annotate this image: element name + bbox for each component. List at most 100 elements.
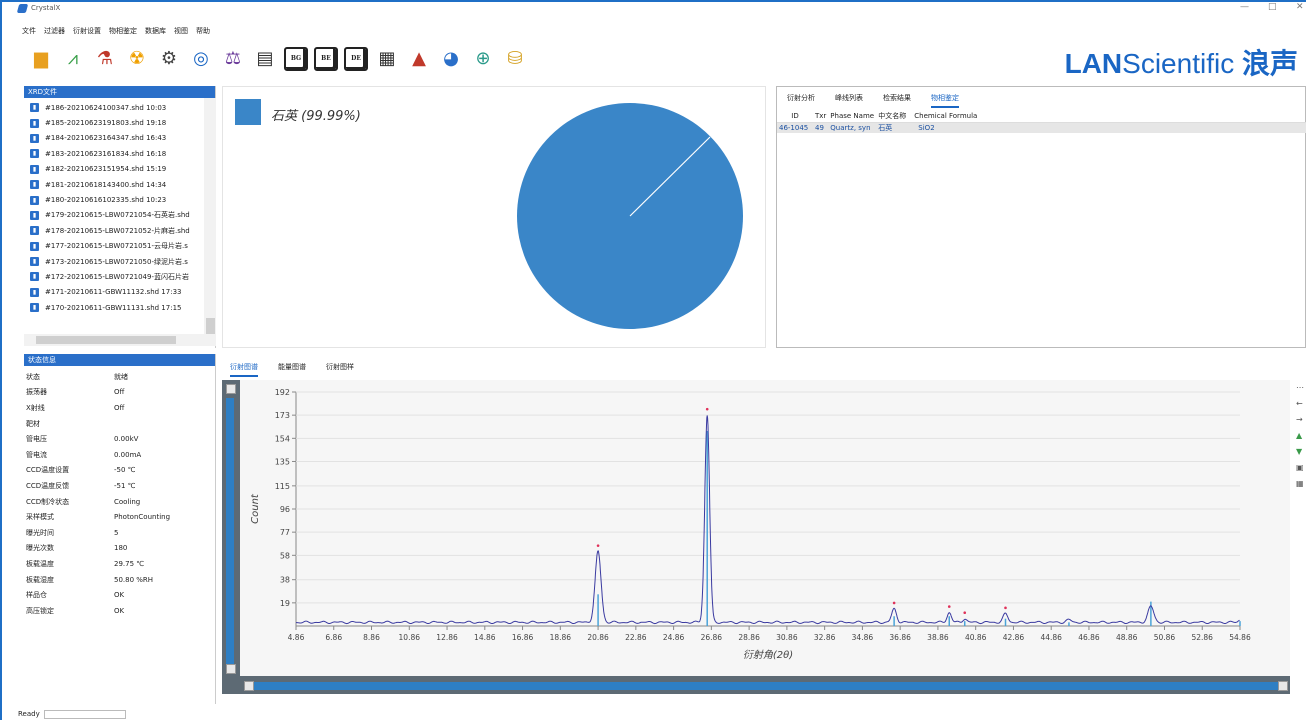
diffraction-chart: 19 38 58 77 96 115 135 154 173 192 4.86 6.86 8.86 10.…	[250, 388, 1251, 661]
y-tick-label: 58	[280, 551, 290, 560]
zoom-in-icon[interactable]: ▲	[1296, 428, 1306, 444]
file-name: #186-20210624100347.shd 10:03	[45, 103, 167, 112]
status-row: 管电压 0.00kV	[24, 431, 215, 447]
status-info-title: 状态信息	[24, 354, 215, 366]
tab-diffraction-image[interactable]: 衍射图样	[326, 362, 354, 377]
status-row: CCD温度反馈 -51 ℃	[24, 478, 215, 494]
phase-results-panel: 衍射分析 峰线列表 检索结果 物相鉴定 ID Txr Phase Name 中文…	[776, 86, 1306, 348]
status-row: 曝光次数 180	[24, 541, 215, 557]
brand-logo: LANScientific 浪声	[1064, 48, 1298, 79]
grid-icon[interactable]: ▦	[1296, 476, 1306, 492]
column-header-chemical-formula[interactable]: Chemical Formula	[912, 111, 1306, 123]
status-row: X射线 Off	[24, 400, 215, 416]
status-value: 5	[114, 528, 119, 537]
fingerprint-icon[interactable]: ◎	[188, 46, 214, 72]
folder-icon[interactable]: ▆	[28, 46, 54, 72]
tab-peak-list[interactable]: 峰线列表	[835, 93, 863, 108]
menu-filter[interactable]: 过滤器	[44, 26, 65, 36]
status-value: Cooling	[114, 497, 141, 506]
column-header-chinese-name[interactable]: 中文名称	[876, 111, 913, 123]
chart-icon[interactable]: ⩘	[60, 46, 86, 72]
file-name: #171-20210611-GBW11132.shd 17:33	[45, 288, 182, 297]
horizontal-slider-right-handle[interactable]	[1278, 681, 1288, 691]
file-list-item[interactable]: ▮ #182-20210623151954.shd 15:19	[24, 162, 204, 177]
file-list-horizontal-thumb[interactable]	[36, 336, 176, 344]
file-list-item[interactable]: ▮ #180-20210616102335.shd 10:23	[24, 192, 204, 207]
file-list-item[interactable]: ▮ #170-20210611-GBW11131.shd 17:15	[24, 300, 204, 315]
column-header-txr[interactable]: Txr	[813, 111, 829, 123]
file-icon: ▮	[30, 195, 39, 205]
file-list-item[interactable]: ▮ #186-20210624100347.shd 10:03	[24, 100, 204, 115]
restore-button[interactable]: □	[1268, 2, 1277, 12]
file-list-item[interactable]: ▮ #171-20210611-GBW11132.shd 17:33	[24, 285, 204, 300]
menu-database[interactable]: 数据库	[145, 26, 166, 36]
gear-icon[interactable]: ⚙	[156, 46, 182, 72]
progress-box	[43, 709, 126, 719]
peak-marker	[947, 605, 951, 608]
file-icon: ▮	[30, 241, 39, 251]
zoom-out-icon[interactable]: ▼	[1296, 444, 1306, 460]
file-list-item[interactable]: ▮ #184-20210623164347.shd 16:43	[24, 131, 204, 146]
x-tick-label: 48.86	[1116, 633, 1138, 642]
menu-diffraction-settings[interactable]: 衍射设置	[73, 26, 101, 36]
menu-view[interactable]: 视图	[174, 26, 188, 36]
menu-help[interactable]: 帮助	[196, 26, 210, 36]
arrow-left-icon[interactable]: ←	[1296, 396, 1306, 412]
mountain-icon[interactable]: ▲	[406, 46, 432, 72]
tab-energy-spectrum[interactable]: 能量图谱	[278, 362, 306, 377]
tab-search-results[interactable]: 检索结果	[883, 93, 911, 108]
arrow-right-icon[interactable]: →	[1296, 412, 1306, 428]
x-tick-label: 30.86	[776, 633, 798, 642]
x-tick-label: 28.86	[738, 633, 760, 642]
file-list-item[interactable]: ▮ #173-20210615-LBW0721050-绿泥片岩.s	[24, 254, 204, 269]
waveform-icon[interactable]: ▦	[374, 46, 400, 72]
close-button[interactable]: ✕	[1296, 2, 1304, 12]
status-key: 振荡器	[26, 388, 47, 397]
scale-icon[interactable]: ⚖	[220, 46, 246, 72]
file-list-item[interactable]: ▮ #179-20210615-LBW0721054-石英岩.shd	[24, 208, 204, 223]
x-tick-label: 54.86	[1229, 633, 1251, 642]
tab-diffraction-pattern[interactable]: 衍射图谱	[230, 362, 258, 377]
flask-icon[interactable]: ⚗	[92, 46, 118, 72]
status-value: Off	[114, 403, 125, 412]
column-header-phase-name[interactable]: Phase Name	[828, 111, 877, 123]
file-list-vertical-scrollbar[interactable]	[204, 98, 216, 334]
peak-marker	[705, 407, 709, 411]
de-icon[interactable]: DE	[344, 47, 368, 71]
pie-icon[interactable]: ◕	[438, 46, 464, 72]
tab-phase-identification[interactable]: 物相鉴定	[931, 93, 959, 108]
cell-phase-name: Quartz, syn	[828, 122, 877, 133]
table-row[interactable]: 46-1045 49 Quartz, syn 石英 SiO2	[777, 122, 1306, 133]
file-icon: ▮	[30, 272, 39, 282]
status-key: CCD制冷状态	[26, 497, 70, 506]
report-icon[interactable]: ▤	[252, 46, 278, 72]
table-header-row: ID Txr Phase Name 中文名称 Chemical Formula	[777, 111, 1306, 123]
tab-diffraction-analysis[interactable]: 衍射分析	[787, 93, 815, 108]
vertical-slider-bottom-handle[interactable]	[226, 664, 236, 674]
bg-icon[interactable]: BG	[284, 47, 308, 71]
status-key: CCD温度设置	[26, 466, 70, 475]
radiation-icon[interactable]: ☢	[124, 46, 150, 72]
peak-marker	[892, 601, 896, 605]
menu-file[interactable]: 文件	[22, 26, 36, 36]
file-list-item[interactable]: ▮ #181-20210618143400.shd 14:34	[24, 177, 204, 192]
horizontal-slider-left-handle[interactable]	[244, 681, 254, 691]
vertical-range-slider[interactable]	[226, 398, 234, 664]
menu-phase-identification[interactable]: 物相鉴定	[109, 26, 137, 36]
file-list-item[interactable]: ▮ #183-20210623161834.shd 16:18	[24, 146, 204, 161]
file-list-item[interactable]: ▮ #177-20210615-LBW0721051-云母片岩.s	[24, 239, 204, 254]
file-list-item[interactable]: ▮ #172-20210615-LBW0721049-蓝闪石片岩	[24, 269, 204, 284]
file-list-item[interactable]: ▮ #178-20210615-LBW0721052-片麻岩.shd	[24, 223, 204, 238]
database-gear-icon[interactable]: ⛁	[502, 46, 528, 72]
horizontal-range-slider[interactable]	[250, 682, 1280, 690]
minimize-button[interactable]: —	[1240, 2, 1249, 12]
status-key: 板载温度	[26, 559, 54, 568]
dots-icon[interactable]: ⋯	[1296, 380, 1306, 396]
file-list-item[interactable]: ▮ #185-20210623191803.shd 19:18	[24, 115, 204, 130]
vertical-slider-top-handle[interactable]	[226, 384, 236, 394]
export-icon[interactable]: ▣	[1296, 460, 1306, 476]
phase-tabs: 衍射分析 峰线列表 检索结果 物相鉴定	[787, 93, 959, 108]
search-chart-icon[interactable]: ⊕	[470, 46, 496, 72]
be-icon[interactable]: BE	[314, 47, 338, 71]
column-header-id[interactable]: ID	[777, 111, 813, 123]
